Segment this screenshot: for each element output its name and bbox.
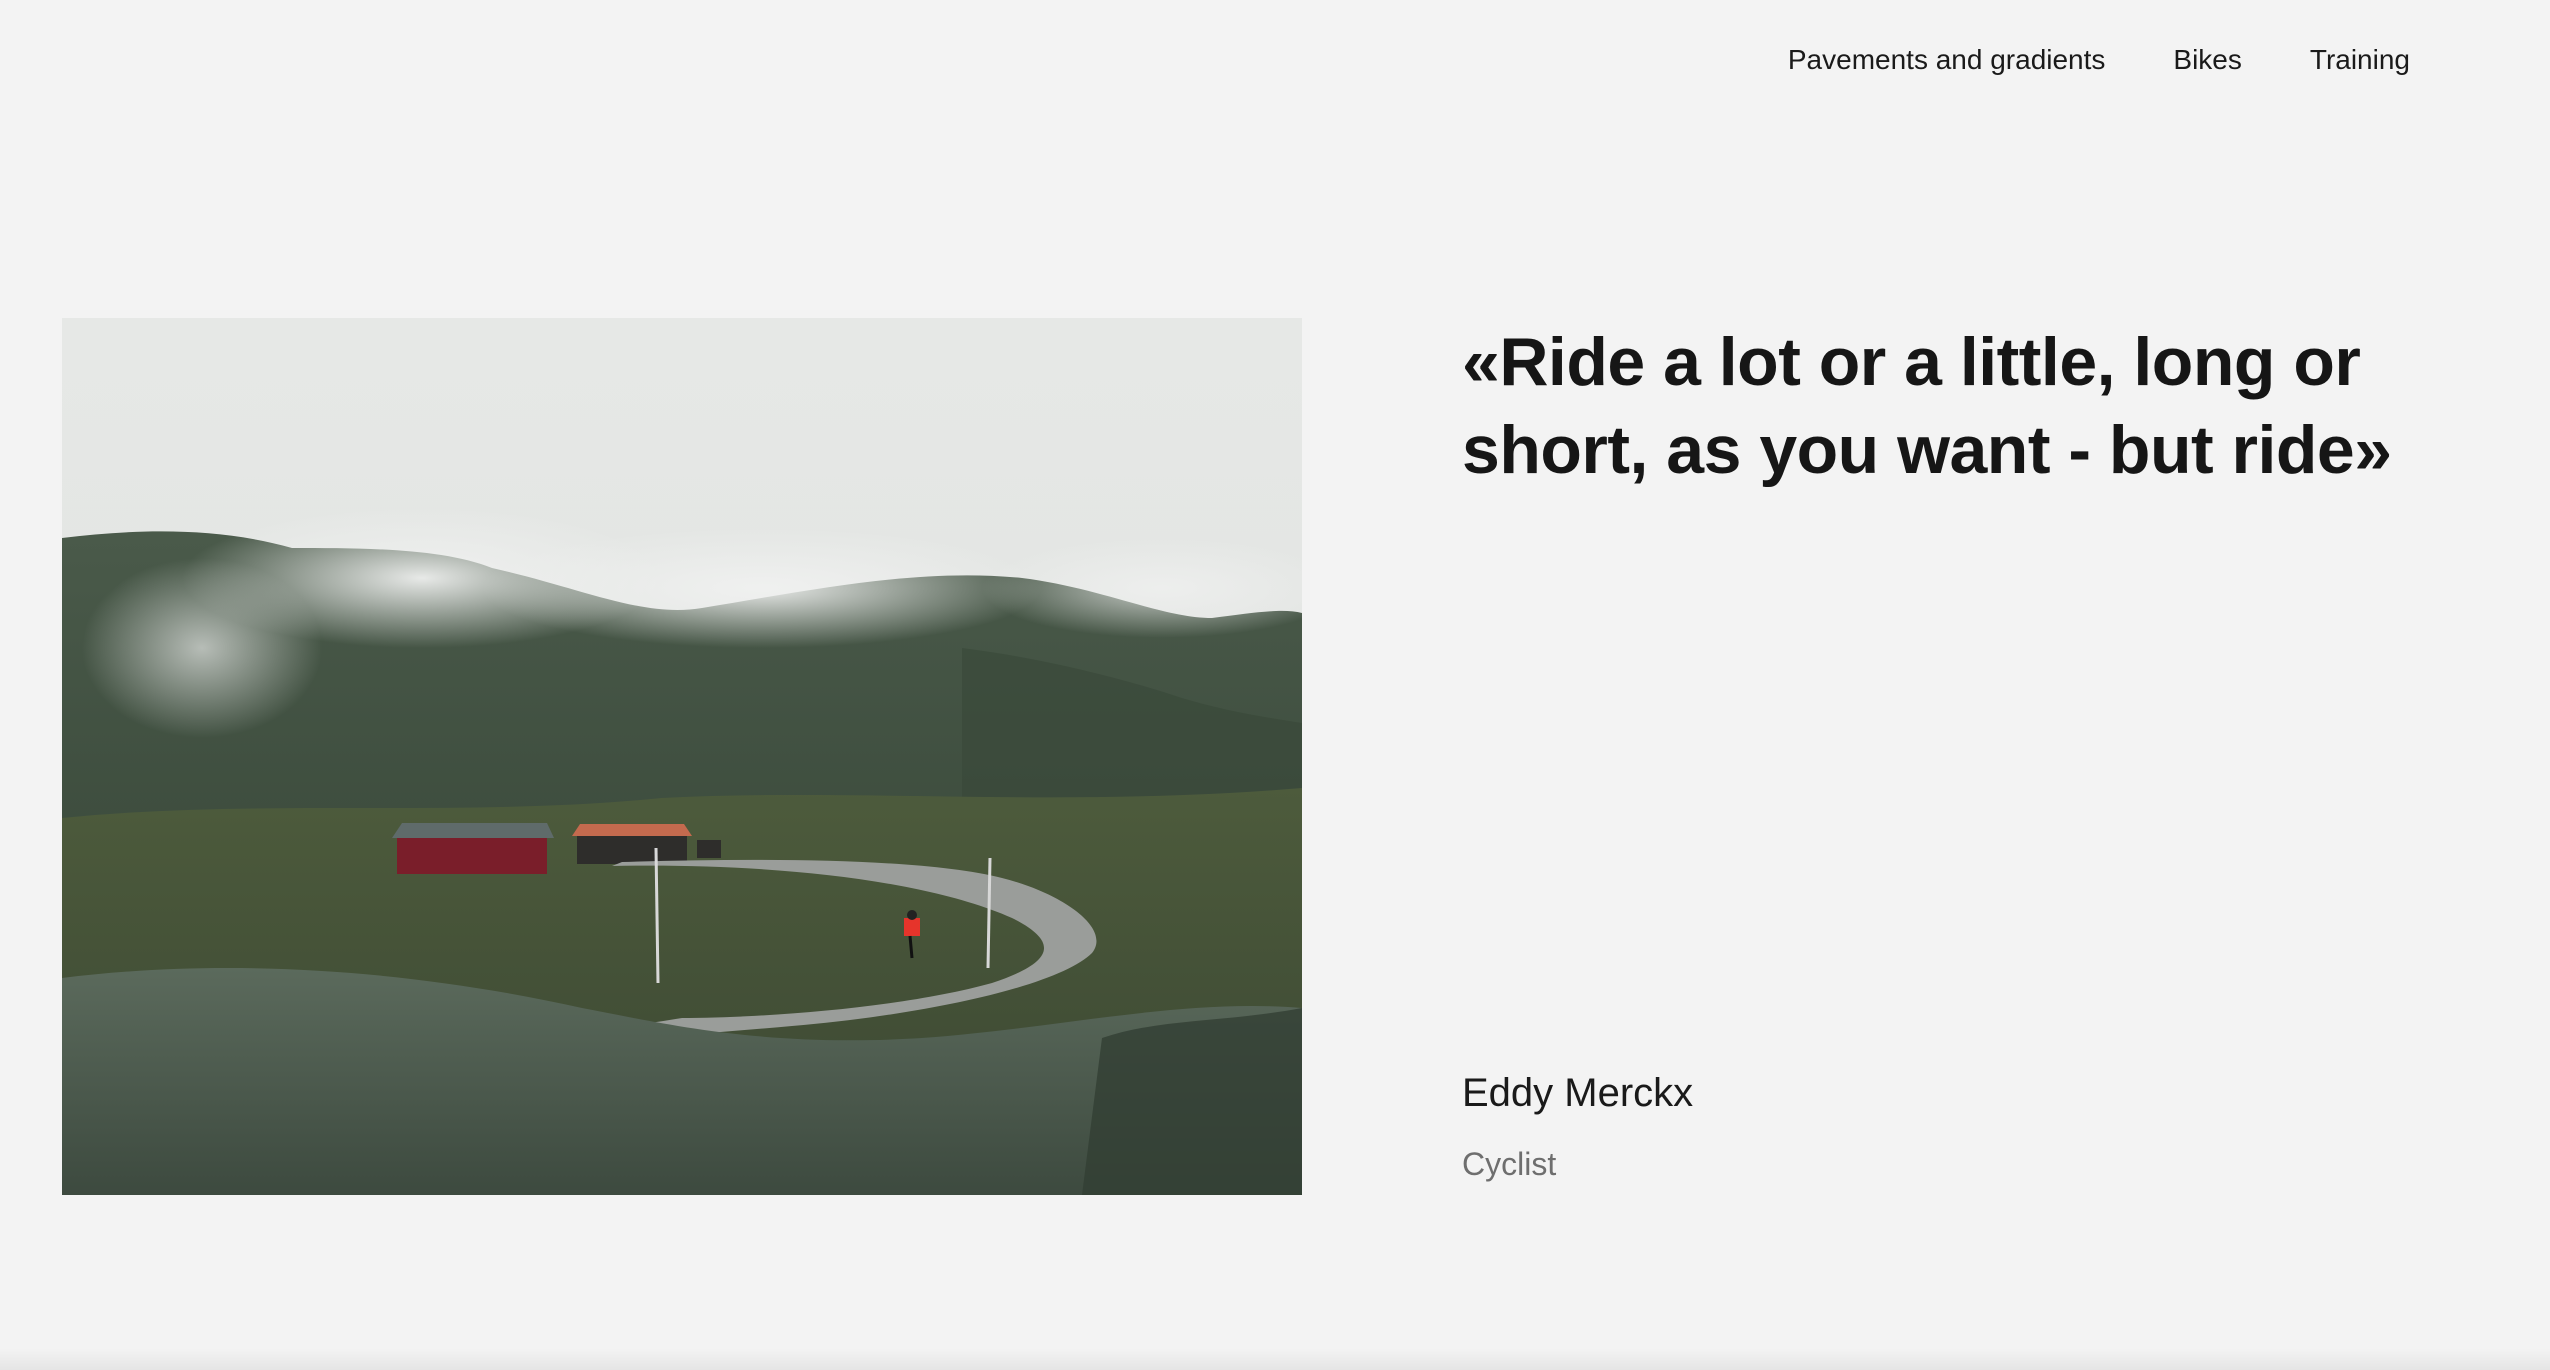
nav-item-pavements-and-gradients[interactable]: Pavements and gradients <box>1788 40 2106 80</box>
page: Pavements and gradients Bikes Training «… <box>0 0 2550 1370</box>
bottom-divider <box>0 1348 2550 1370</box>
red-barn <box>392 823 554 874</box>
nav-item-training[interactable]: Training <box>2310 40 2410 80</box>
hero-quote: «Ride a lot or a little, long or short, … <box>1462 324 2392 488</box>
quote-author: Eddy Merckx <box>1462 1071 1694 1115</box>
author-role: Cyclist <box>1462 1146 1557 1182</box>
orange-roof-barn <box>572 824 692 864</box>
landscape-photo <box>62 318 1302 1195</box>
nav-item-bikes[interactable]: Bikes <box>2173 40 2241 80</box>
top-nav: Pavements and gradients Bikes Training <box>1788 40 2410 80</box>
